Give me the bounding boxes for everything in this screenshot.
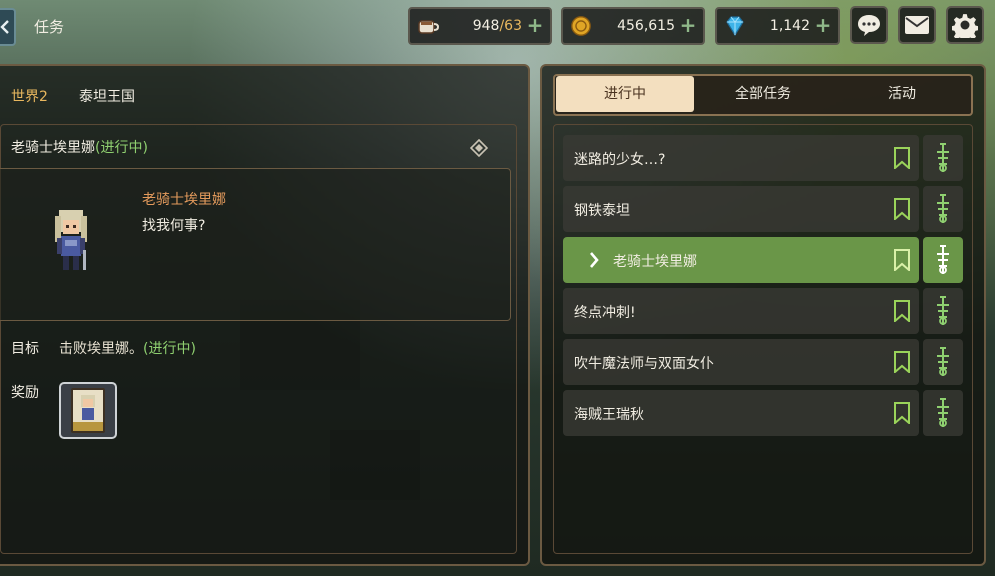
quest-item-label: 吹牛魔法师与双面女仆 [574, 356, 714, 372]
npc-dialog-text: 找我何事? [142, 218, 206, 234]
add-gold-button[interactable]: + [679, 15, 697, 35]
quest-list-item[interactable]: 迷路的少女…? [563, 135, 919, 181]
gem-counter[interactable]: 1,142 + [715, 7, 840, 45]
chat-button[interactable] [850, 6, 888, 44]
bookmark-icon[interactable] [893, 402, 911, 424]
reward-item-card[interactable] [59, 382, 117, 439]
top-bar: 任务 948/63 + 456,615 + 1,142 + [0, 0, 995, 52]
gold-coin-icon [571, 16, 591, 36]
back-button[interactable] [0, 8, 16, 46]
goal-status: (进行中) [143, 341, 196, 357]
teleport-button[interactable] [923, 288, 963, 334]
quest-item-label: 海贼王瑞秋 [574, 407, 644, 423]
quest-status: (进行中) [95, 140, 148, 156]
gold-counter[interactable]: 456,615 + [561, 7, 705, 45]
locate-icon[interactable] [470, 139, 488, 157]
tab-events[interactable]: 活动 [833, 76, 971, 112]
reward-character-icon [73, 390, 103, 431]
teleport-icon [937, 194, 949, 223]
teleport-button[interactable] [923, 390, 963, 436]
page-title: 任务 [34, 18, 65, 36]
bookmark-icon[interactable] [893, 300, 911, 322]
npc-name: 老骑士埃里娜 [142, 192, 226, 208]
stamina-max: /63 [499, 18, 522, 34]
mail-button[interactable] [898, 6, 936, 44]
goal-description: 击败埃里娜。 [59, 341, 143, 357]
teleport-button[interactable] [923, 135, 963, 181]
teleport-icon [937, 296, 949, 325]
gem-value: 1,142 [769, 18, 810, 34]
quest-list-item-selected[interactable]: 老骑士埃里娜 [563, 237, 919, 283]
reward-label: 奖励 [11, 385, 39, 401]
stamina-current: 948 [472, 18, 500, 34]
tab-all-quests[interactable]: 全部任务 [694, 76, 832, 112]
stamina-value: 948/63 [473, 18, 522, 34]
quest-item-label: 迷路的少女…? [574, 152, 666, 168]
teleport-button[interactable] [923, 186, 963, 232]
add-stamina-button[interactable]: + [526, 15, 544, 35]
stamina-counter[interactable]: 948/63 + [408, 7, 552, 45]
teleport-icon [937, 143, 949, 172]
teleport-icon [937, 245, 949, 274]
bookmark-icon[interactable] [893, 147, 911, 169]
tab-in-progress[interactable]: 进行中 [556, 76, 694, 112]
coffee-cup-icon [418, 20, 440, 34]
add-gem-button[interactable]: + [814, 15, 832, 35]
quest-item-label: 终点冲刺! [574, 305, 636, 321]
reward-card-frame [71, 388, 105, 433]
teleport-icon [937, 398, 949, 427]
diamond-icon [726, 16, 744, 37]
gold-value: 456,615 [617, 18, 675, 34]
gear-icon [952, 14, 978, 38]
mail-icon [905, 16, 929, 34]
goal-label: 目标 [11, 341, 39, 357]
chat-icon [858, 15, 880, 36]
realm-label: 泰坦王国 [79, 89, 135, 105]
bookmark-icon[interactable] [893, 351, 911, 373]
quest-list-item[interactable]: 吹牛魔法师与双面女仆 [563, 339, 919, 385]
teleport-icon [937, 347, 949, 376]
quest-title: 老骑士埃里娜(进行中) [11, 137, 148, 157]
goal-text: 击败埃里娜。(进行中) [59, 338, 196, 358]
bookmark-icon[interactable] [893, 198, 911, 220]
teleport-button[interactable] [923, 237, 963, 283]
settings-button[interactable] [946, 6, 984, 44]
quest-item-label: 老骑士埃里娜 [613, 254, 697, 270]
npc-sprite-image [55, 210, 87, 270]
quest-list-item[interactable]: 钢铁泰坦 [563, 186, 919, 232]
quest-item-label: 钢铁泰坦 [574, 203, 630, 219]
teleport-button[interactable] [923, 339, 963, 385]
quest-list-item[interactable]: 终点冲刺! [563, 288, 919, 334]
world-label: 世界2 [11, 89, 48, 105]
quest-list-item[interactable]: 海贼王瑞秋 [563, 390, 919, 436]
chevron-right-icon [590, 252, 599, 268]
quest-name: 老骑士埃里娜 [11, 140, 95, 156]
bookmark-icon[interactable] [893, 249, 911, 271]
chevron-left-icon [0, 20, 9, 34]
